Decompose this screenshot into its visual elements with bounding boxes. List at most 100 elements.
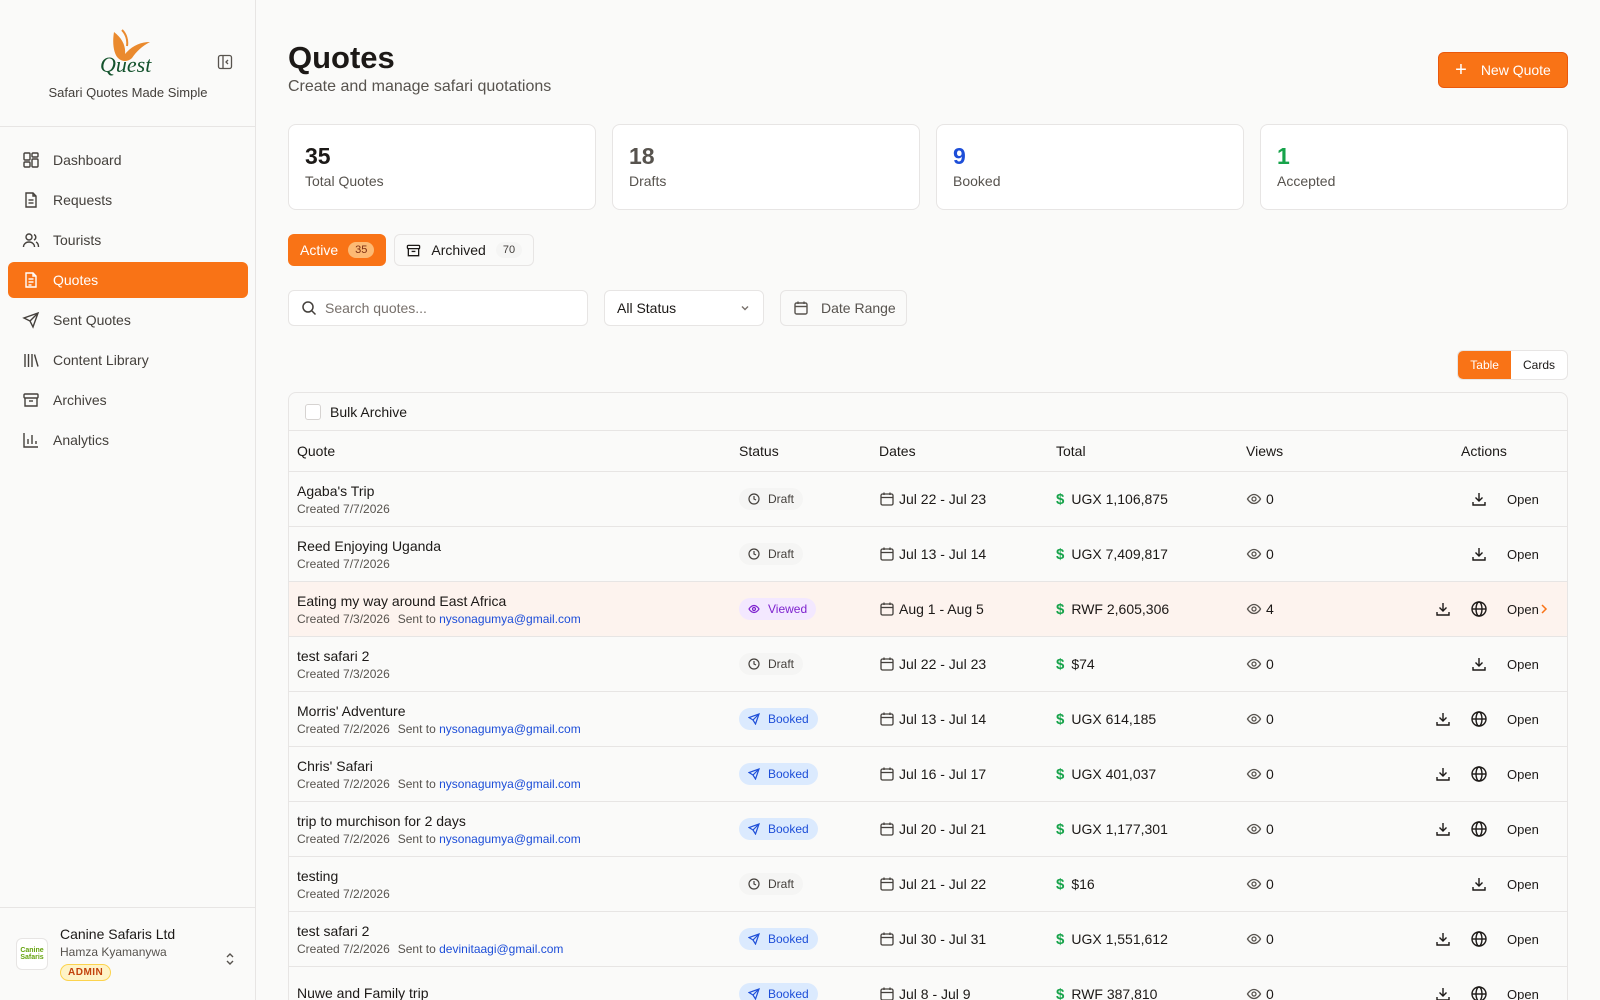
dollar-icon: $ bbox=[1056, 600, 1065, 618]
sidebar-item-quotes[interactable]: Quotes bbox=[8, 262, 248, 298]
quote-title[interactable]: Chris' Safari bbox=[297, 758, 739, 774]
table-row[interactable]: Nuwe and Family trip Booked Jul 8 - Jul 9 $… bbox=[289, 967, 1567, 1000]
new-quote-button[interactable]: + New Quote bbox=[1438, 52, 1568, 88]
users-icon bbox=[22, 233, 40, 248]
download-icon[interactable] bbox=[1434, 985, 1452, 1000]
account-switcher[interactable]: Canine Safaris Canine Safaris Ltd Hamza … bbox=[0, 907, 256, 1000]
dollar-icon: $ bbox=[1056, 655, 1065, 673]
sidebar-collapse-icon[interactable] bbox=[217, 54, 233, 70]
quote-title[interactable]: Agaba's Trip bbox=[297, 483, 739, 499]
open-quote-link[interactable]: Open bbox=[1507, 822, 1551, 837]
download-icon[interactable] bbox=[1434, 820, 1452, 838]
table-row[interactable]: Agaba's Trip Created 7/7/2026 Draft Jul 22 … bbox=[289, 472, 1567, 527]
sidebar-item-archives[interactable]: Archives bbox=[8, 382, 248, 418]
table-row[interactable]: Reed Enjoying Uganda Created 7/7/2026 Draf… bbox=[289, 527, 1567, 582]
views-cell: 0 bbox=[1246, 986, 1356, 1000]
quote-title[interactable]: test safari 2 bbox=[297, 648, 739, 664]
search-input[interactable] bbox=[325, 300, 575, 316]
open-quote-link[interactable]: Open bbox=[1507, 712, 1551, 727]
date-range-text: Jul 30 - Jul 31 bbox=[899, 931, 987, 947]
views-cell: 0 bbox=[1246, 491, 1356, 507]
globe-icon[interactable] bbox=[1470, 985, 1488, 1000]
sent-email-link[interactable]: nysonagumya@gmail.com bbox=[439, 832, 581, 846]
tab-active[interactable]: Active 35 bbox=[288, 234, 387, 266]
quote-meta: Created 7/2/2026 Sent to nysonagumya@gmai… bbox=[297, 722, 739, 736]
table-row[interactable]: test safari 2 Created 7/3/2026 Draft Jul 22… bbox=[289, 637, 1567, 692]
globe-icon[interactable] bbox=[1470, 930, 1488, 948]
sidebar-item-analytics[interactable]: Analytics bbox=[8, 422, 248, 458]
dates-cell: Jul 13 - Jul 14 bbox=[879, 546, 1056, 562]
quote-tabs: Active 35 Archived 70 bbox=[288, 234, 535, 266]
view-cards-button[interactable]: Cards bbox=[1511, 351, 1567, 379]
actions-cell: Open bbox=[1356, 875, 1567, 893]
sidebar-item-sent-quotes[interactable]: Sent Quotes bbox=[8, 302, 248, 338]
globe-icon[interactable] bbox=[1470, 710, 1488, 728]
quote-title[interactable]: trip to murchison for 2 days bbox=[297, 813, 739, 829]
sidebar-item-tourists[interactable]: Tourists bbox=[8, 222, 248, 258]
download-icon[interactable] bbox=[1470, 545, 1488, 563]
view-count: 0 bbox=[1266, 711, 1274, 727]
status-cell: Draft bbox=[739, 543, 879, 565]
open-quote-link[interactable]: Open bbox=[1507, 987, 1551, 1000]
send-icon bbox=[748, 988, 760, 1000]
views-cell: 0 bbox=[1246, 821, 1356, 837]
sent-email-link[interactable]: nysonagumya@gmail.com bbox=[439, 722, 581, 736]
open-quote-link[interactable]: Open bbox=[1507, 492, 1551, 507]
table-row[interactable]: Chris' Safari Created 7/2/2026 Sent to nys… bbox=[289, 747, 1567, 802]
calendar-icon bbox=[880, 767, 894, 781]
sidebar-item-content-library[interactable]: Content Library bbox=[8, 342, 248, 378]
download-icon[interactable] bbox=[1470, 875, 1488, 893]
chevrons-up-down-icon[interactable] bbox=[223, 952, 237, 966]
sent-email-link[interactable]: devinitaagi@gmail.com bbox=[439, 942, 563, 956]
table-row[interactable]: Eating my way around East Africa Created … bbox=[289, 582, 1567, 637]
tab-archived[interactable]: Archived 70 bbox=[394, 234, 535, 266]
globe-icon[interactable] bbox=[1470, 820, 1488, 838]
date-range-button[interactable]: Date Range bbox=[780, 290, 907, 326]
quote-created: Created 7/2/2026 bbox=[297, 721, 390, 736]
table-row[interactable]: test safari 2 Created 7/2/2026 Sent to dev… bbox=[289, 912, 1567, 967]
calendar-icon bbox=[880, 877, 894, 891]
open-quote-link[interactable]: Open bbox=[1507, 767, 1551, 782]
open-quote-link[interactable]: Open bbox=[1507, 877, 1551, 892]
quote-title[interactable]: Eating my way around East Africa bbox=[297, 593, 739, 609]
chevron-down-icon bbox=[741, 306, 749, 311]
status-filter-select[interactable]: All Status bbox=[604, 290, 764, 326]
send-icon bbox=[748, 713, 760, 725]
total-cell: $ UGX 1,177,301 bbox=[1056, 821, 1246, 838]
quote-title[interactable]: Reed Enjoying Uganda bbox=[297, 538, 739, 554]
download-icon[interactable] bbox=[1470, 655, 1488, 673]
org-name: Canine Safaris Ltd bbox=[60, 926, 176, 942]
quote-created: Created 7/7/2026 bbox=[297, 501, 390, 516]
download-icon[interactable] bbox=[1470, 490, 1488, 508]
globe-icon[interactable] bbox=[1470, 765, 1488, 783]
sidebar-item-dashboard[interactable]: Dashboard bbox=[8, 142, 248, 178]
open-quote-link[interactable]: Open bbox=[1507, 547, 1551, 562]
quote-title[interactable]: Morris' Adventure bbox=[297, 703, 739, 719]
dates-cell: Aug 1 - Aug 5 bbox=[879, 601, 1056, 617]
bulk-select-checkbox[interactable] bbox=[305, 403, 321, 420]
globe-icon[interactable] bbox=[1470, 600, 1488, 618]
sent-email-link[interactable]: nysonagumya@gmail.com bbox=[439, 777, 581, 791]
total-amount: UGX 401,037 bbox=[1071, 766, 1157, 782]
view-count: 0 bbox=[1266, 876, 1274, 892]
table-row[interactable]: trip to murchison for 2 days Created 7/2/… bbox=[289, 802, 1567, 857]
search-box[interactable] bbox=[288, 290, 588, 326]
quote-title[interactable]: testing bbox=[297, 868, 739, 884]
status-label: Booked bbox=[768, 932, 809, 946]
sent-email-link[interactable]: nysonagumya@gmail.com bbox=[439, 612, 581, 626]
download-icon[interactable] bbox=[1434, 710, 1452, 728]
download-icon[interactable] bbox=[1434, 930, 1452, 948]
table-row[interactable]: Morris' Adventure Created 7/2/2026 Sent to… bbox=[289, 692, 1567, 747]
quote-meta: Created 7/2/2026 bbox=[297, 887, 739, 901]
download-icon[interactable] bbox=[1434, 765, 1452, 783]
quote-title[interactable]: Nuwe and Family trip bbox=[297, 985, 739, 1000]
sidebar-item-requests[interactable]: Requests bbox=[8, 182, 248, 218]
view-table-button[interactable]: Table bbox=[1458, 351, 1511, 379]
open-quote-link[interactable]: Open bbox=[1507, 657, 1551, 672]
download-icon[interactable] bbox=[1434, 600, 1452, 618]
quote-title[interactable]: test safari 2 bbox=[297, 923, 739, 939]
open-quote-link[interactable]: Open bbox=[1507, 932, 1551, 947]
status-filter-value: All Status bbox=[617, 300, 677, 316]
chevron-right-icon[interactable] bbox=[1537, 602, 1551, 616]
table-row[interactable]: testing Created 7/2/2026 Draft Jul 21 - Jul… bbox=[289, 857, 1567, 912]
